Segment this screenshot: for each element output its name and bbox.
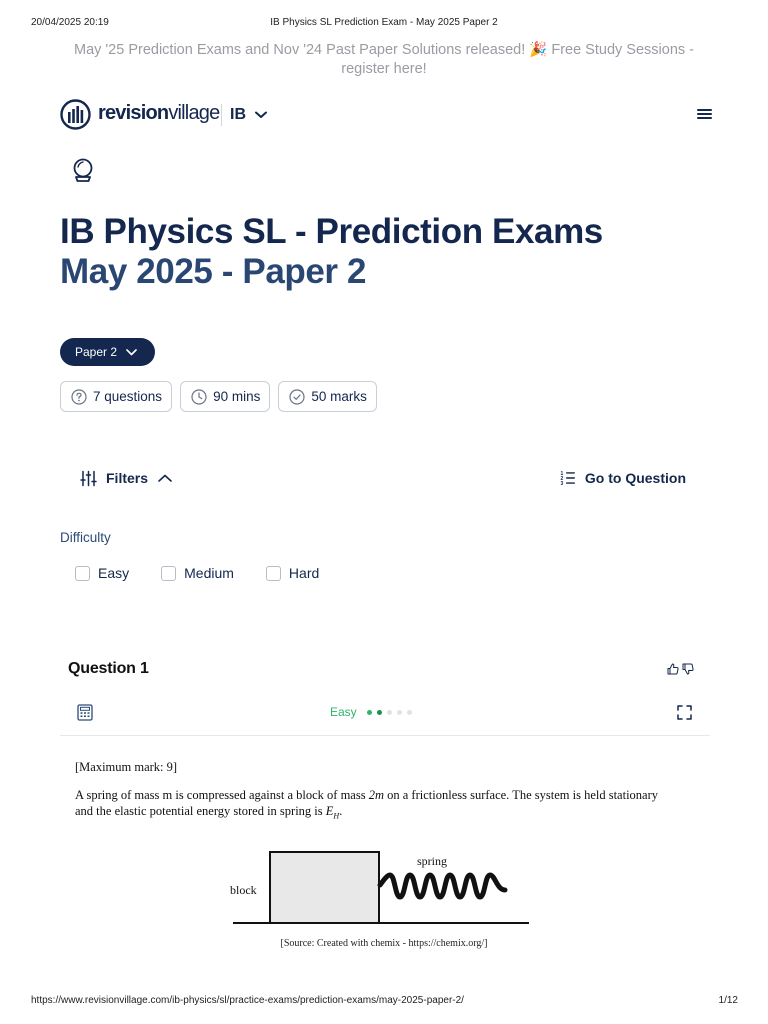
checkbox-box[interactable] — [161, 565, 177, 581]
go-to-question-label: Go to Question — [584, 470, 686, 486]
paper-select-label: Paper 2 — [75, 345, 118, 359]
page-title: IB Physics SL - Prediction Exams May 202… — [60, 212, 710, 292]
difficulty-dot — [396, 709, 402, 715]
chevron-down-icon — [255, 111, 267, 118]
chevron-up-icon — [158, 474, 172, 482]
clock-icon — [191, 388, 207, 405]
sliders-icon — [80, 470, 97, 486]
revisionvillage-logo-icon[interactable] — [60, 99, 91, 130]
nav-divider — [221, 104, 222, 126]
question-circle-icon — [71, 388, 87, 405]
paper-select-button[interactable]: Paper 2 — [60, 338, 155, 366]
difficulty-dot — [386, 709, 392, 715]
print-page-number: 1/12 — [718, 995, 738, 1006]
difficulty-text: Easy — [330, 705, 357, 719]
crystal-ball-icon — [73, 158, 93, 182]
chevron-down-icon — [126, 348, 137, 355]
calculator-icon[interactable] — [77, 704, 93, 721]
checkbox-box[interactable] — [75, 565, 90, 581]
difficulty-easy-checkbox[interactable]: Easy — [75, 565, 129, 581]
announcement-banner[interactable]: May '25 Prediction Exams and Nov '24 Pas… — [60, 41, 708, 79]
mass-symbol: 2m — [368, 788, 384, 802]
block-spring-diagram: block spring — [230, 851, 529, 924]
questions-count: 7 questions — [93, 389, 163, 404]
thumbs-up-icon[interactable] — [667, 663, 679, 675]
question-toolbar: Easy — [60, 700, 710, 736]
duration: 90 mins — [213, 389, 261, 404]
filters-toggle-button[interactable]: Filters — [80, 468, 172, 488]
difficulty-dots — [366, 709, 412, 715]
fullscreen-icon[interactable] — [677, 705, 692, 720]
difficulty-medium-checkbox[interactable]: Medium — [161, 565, 234, 581]
print-header: 20/04/2025 20:19 IB Physics SL Predictio… — [0, 17, 768, 31]
questions-count-chip: 7 questions — [60, 381, 173, 412]
go-to-question-button[interactable]: 1 2 3 Go to Question — [560, 468, 686, 488]
svg-text:3: 3 — [560, 481, 563, 486]
curriculum-label: IB — [230, 106, 246, 123]
thumbs-down-icon[interactable] — [682, 663, 694, 675]
duration-chip: 90 mins — [180, 381, 271, 412]
marks: 50 marks — [311, 389, 367, 404]
difficulty-dot — [366, 709, 372, 715]
difficulty-option-label: Medium — [184, 565, 234, 581]
question-text-part: A spring of mass m is compressed against… — [75, 788, 369, 802]
print-url: https://www.revisionvillage.com/ib-physi… — [31, 995, 464, 1006]
block-label: block — [230, 883, 257, 897]
difficulty-label: Difficulty — [60, 530, 111, 545]
difficulty-dot — [376, 709, 382, 715]
check-circle-icon — [289, 388, 305, 405]
exam-meta: 7 questions 90 mins 50 marks — [60, 381, 377, 412]
print-title: IB Physics SL Prediction Exam - May 2025… — [270, 17, 498, 28]
difficulty-dot — [406, 709, 412, 715]
question-heading: Question 1 — [68, 660, 149, 677]
brand-bold: revision — [98, 102, 169, 124]
question-text-part: . — [339, 804, 343, 818]
print-footer: https://www.revisionvillage.com/ib-physi… — [0, 995, 768, 1009]
brand-rest: village — [168, 102, 220, 124]
numbered-list-icon: 1 2 3 — [560, 471, 575, 486]
spring-label: spring — [417, 854, 447, 868]
page-title-line1: IB Physics SL - Prediction Exams — [60, 212, 603, 251]
navbar: revisionvillage IB — [60, 98, 714, 132]
diagram-source: [Source: Created with chemix - https://c… — [280, 938, 488, 949]
difficulty-options: Easy Medium Hard — [75, 564, 351, 582]
hamburger-menu-icon[interactable] — [696, 106, 714, 122]
checkbox-box[interactable] — [265, 565, 281, 581]
marks-chip: 50 marks — [278, 381, 377, 412]
difficulty-indicator: Easy — [330, 705, 412, 719]
question-text: A spring of mass m is compressed against… — [75, 787, 675, 825]
filters-label: Filters — [106, 470, 149, 486]
page-title-line2: May 2025 - Paper 2 — [60, 252, 367, 291]
brand-wordmark[interactable]: revisionvillage — [98, 102, 220, 125]
curriculum-select[interactable]: IB — [230, 104, 267, 126]
difficulty-option-label: Hard — [288, 565, 320, 581]
difficulty-option-label: Easy — [98, 565, 130, 581]
difficulty-hard-checkbox[interactable]: Hard — [265, 565, 320, 581]
max-mark: [Maximum mark: 9] — [75, 760, 178, 774]
